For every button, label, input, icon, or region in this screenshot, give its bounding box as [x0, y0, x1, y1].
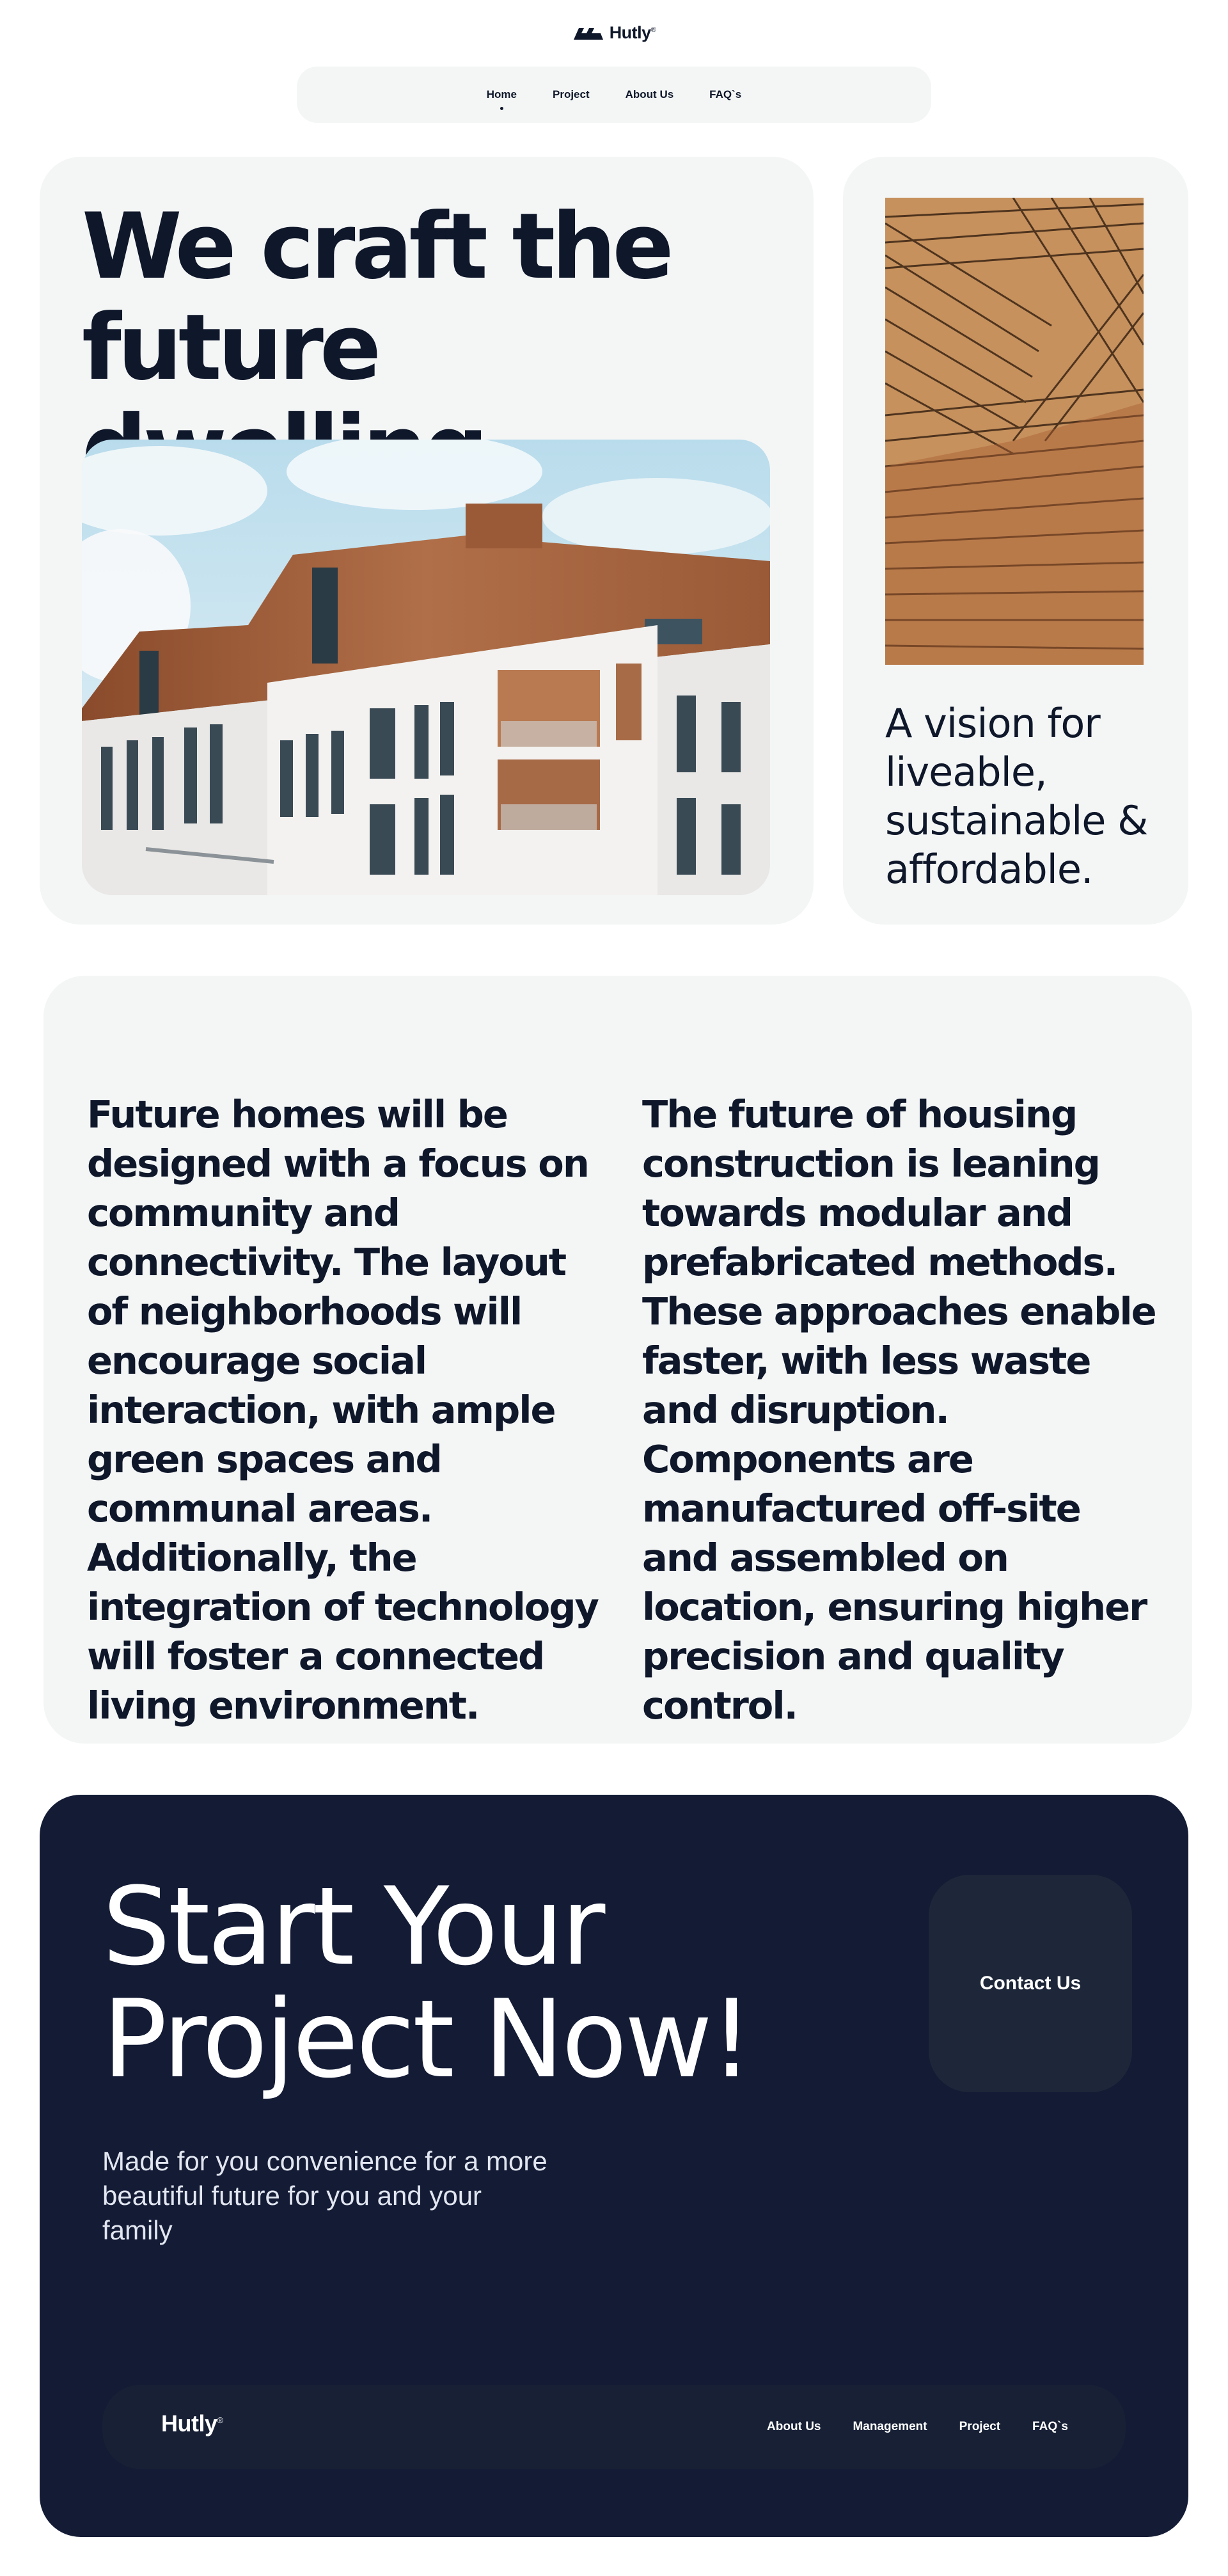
nav-project[interactable]: Project — [553, 88, 590, 101]
footer-link-management[interactable]: Management — [853, 2420, 927, 2434]
footer-nav: About Us Management Project FAQ`s — [767, 2385, 1068, 2469]
vision-card: A vision for liveable, sustainable & aff… — [843, 157, 1188, 925]
cta-subtitle: Made for you convenience for a more beau… — [102, 2146, 547, 2245]
footer-brand-name: Hutly — [161, 2410, 217, 2437]
cta-title: Start Your Project Now! — [102, 1870, 870, 2095]
cta-section: Start Your Project Now! Made for you con… — [40, 1795, 1188, 2537]
hutly-logo-icon — [573, 28, 603, 40]
contact-us-button[interactable]: Contact Us — [929, 1875, 1132, 2092]
building-photo — [82, 440, 770, 895]
wood-texture-photo — [885, 198, 1144, 665]
vision-text: A vision for liveable, sustainable & aff… — [885, 700, 1149, 893]
nav-home-label: Home — [486, 88, 517, 100]
footer-bar: Hutly® About Us Management Project FAQ`s — [102, 2385, 1126, 2469]
brand-name: Hutly — [609, 23, 652, 42]
footer-logo[interactable]: Hutly® — [161, 2410, 223, 2437]
hero-title-line1: We craft the — [82, 194, 674, 299]
community-paragraph: Future homes will be designed with a foc… — [87, 1092, 599, 1728]
nav-about-us[interactable]: About Us — [626, 88, 674, 101]
info-card: Future homes will be designed with a foc… — [43, 976, 1192, 1744]
cta-title-line2: Project Now! — [102, 1976, 753, 2102]
main-nav: Home Project About Us FAQ`s — [297, 67, 931, 123]
footer-link-project[interactable]: Project — [959, 2420, 1000, 2434]
active-indicator — [500, 107, 504, 110]
footer-link-about-us[interactable]: About Us — [767, 2420, 821, 2434]
footer-link-faqs[interactable]: FAQ`s — [1032, 2420, 1068, 2434]
brand-logo[interactable]: Hutly® — [0, 23, 1228, 43]
footer-registered-mark: ® — [217, 2415, 224, 2425]
nav-home[interactable]: Home — [486, 88, 517, 110]
hero-card: We craft the future dwelling. — [40, 157, 814, 925]
brand-registered-mark: ® — [650, 26, 656, 34]
nav-faqs[interactable]: FAQ`s — [709, 88, 741, 101]
construction-paragraph: The future of housing construction is le… — [642, 1092, 1157, 1728]
cta-title-line1: Start Your — [102, 1864, 605, 1989]
